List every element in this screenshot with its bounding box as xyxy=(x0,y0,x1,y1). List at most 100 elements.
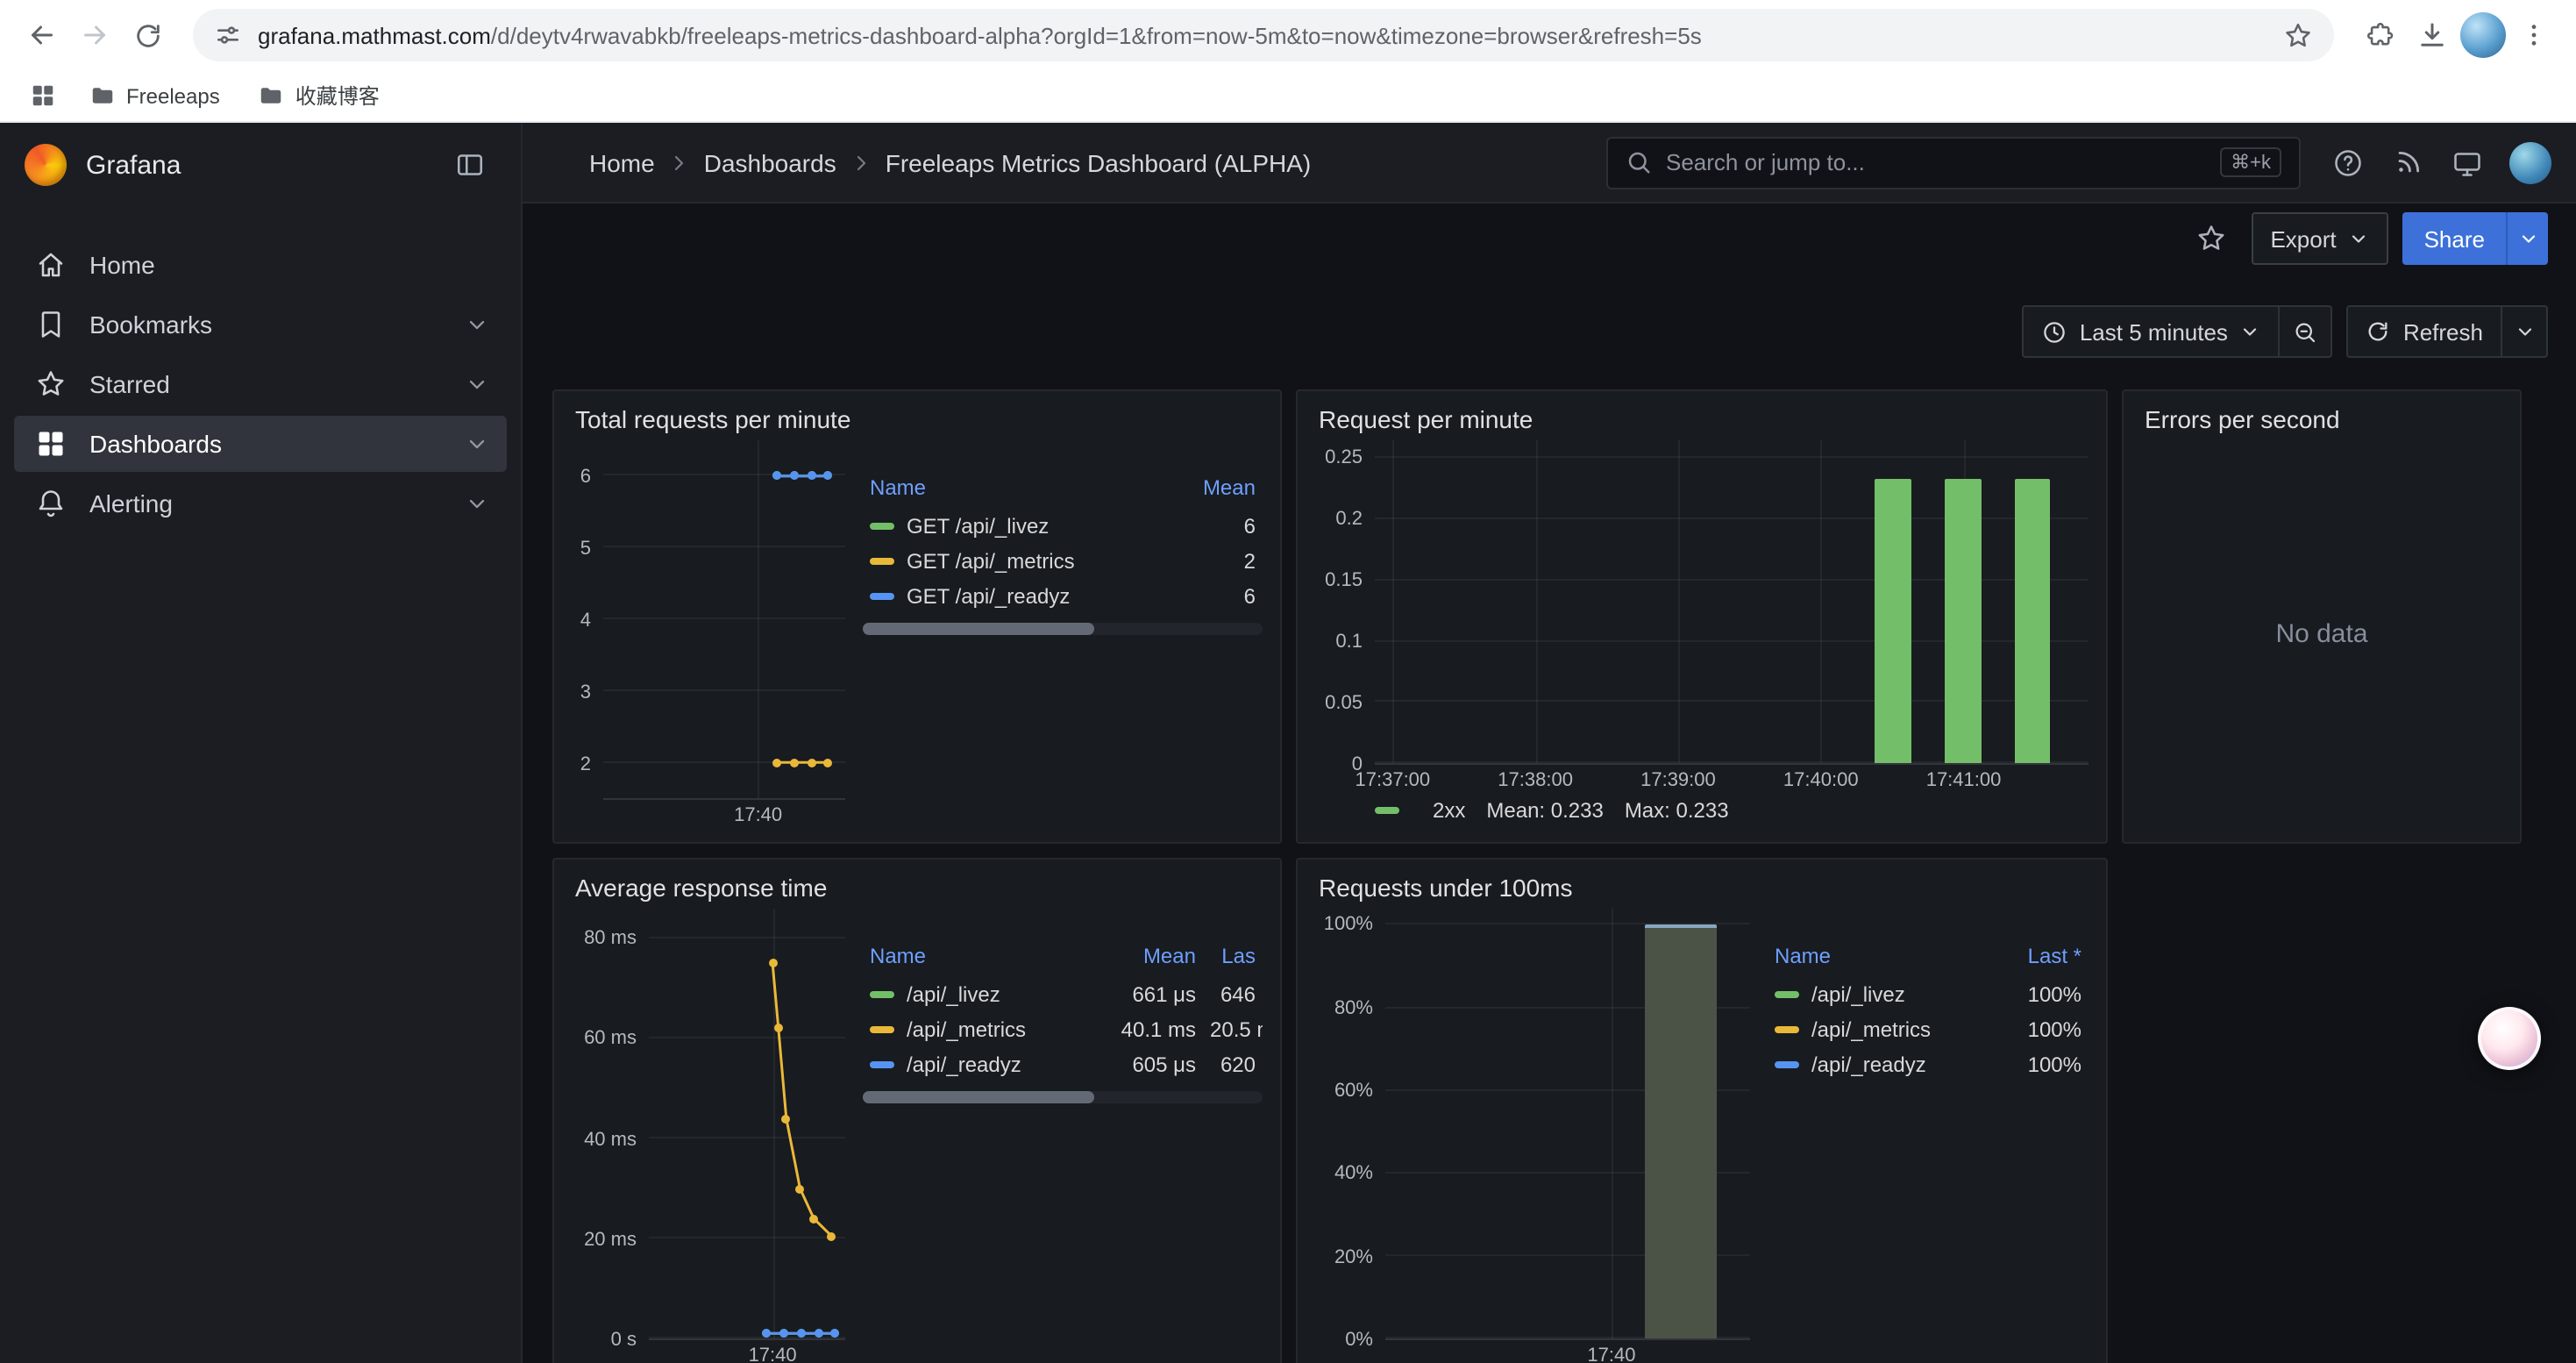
bookmark-folder-blogs[interactable]: 收藏博客 xyxy=(246,75,392,116)
x-tick-label: 17:38:00 xyxy=(1498,770,1573,791)
home-icon xyxy=(35,249,67,281)
legend-value: 6 xyxy=(1182,579,1263,614)
refresh-interval-button[interactable] xyxy=(2502,305,2548,358)
sidebar-item-alerting[interactable]: Alerting xyxy=(14,475,507,532)
y-tick-label: 60% xyxy=(1334,1081,1373,1102)
chevron-down-icon[interactable] xyxy=(465,372,489,396)
legend-scrollbar[interactable] xyxy=(863,623,1263,635)
downloads-button[interactable] xyxy=(2408,11,2457,60)
breadcrumb-home[interactable]: Home xyxy=(589,148,655,176)
favorite-dashboard-button[interactable] xyxy=(2184,212,2237,265)
export-button[interactable]: Export xyxy=(2251,212,2388,265)
legend-series-name[interactable]: /api/_readyz xyxy=(863,1047,1101,1082)
share-button[interactable]: Share xyxy=(2403,212,2506,265)
x-tick-label: 17:40 xyxy=(734,805,782,826)
legend-series-name[interactable]: 2xx xyxy=(1433,798,1465,823)
legend-column-header[interactable]: Mean xyxy=(1101,940,1203,977)
sidebar-item-dashboards[interactable]: Dashboards xyxy=(14,416,507,472)
legend-series-name[interactable]: GET /api/_metrics xyxy=(863,544,1182,579)
scrollbar-thumb[interactable] xyxy=(863,623,1094,635)
apps-grid-button[interactable] xyxy=(21,75,63,117)
bar xyxy=(1644,925,1717,1338)
news-button[interactable] xyxy=(2381,136,2434,189)
legend-scrollbar[interactable] xyxy=(863,1091,1263,1103)
browser-profile-avatar[interactable] xyxy=(2460,12,2506,58)
legend-column-header[interactable]: Mean xyxy=(1182,472,1263,509)
caret-down-icon xyxy=(2349,228,2370,249)
grid-line xyxy=(1375,457,2089,459)
grid-line xyxy=(1535,440,1537,763)
extensions-button[interactable] xyxy=(2355,11,2404,60)
keyboard-shortcut-badge: ⌘+k xyxy=(2220,147,2281,177)
back-button[interactable] xyxy=(18,11,67,60)
legend-series-name[interactable]: GET /api/_readyz xyxy=(863,579,1182,614)
y-tick-label: 5 xyxy=(580,538,591,559)
sidebar-item-home[interactable]: Home xyxy=(14,237,507,293)
legend-series-name[interactable]: GET /api/_livez xyxy=(863,509,1182,544)
timeseries-chart: 65432 17:40 xyxy=(572,440,845,828)
legend-row: /api/_livez100% xyxy=(1768,977,2089,1012)
legend-column-header[interactable]: Name xyxy=(863,940,1101,977)
panel-title[interactable]: Errors per second xyxy=(2141,402,2502,440)
assistant-avatar-button[interactable] xyxy=(2478,1007,2541,1070)
screen: grafana.mathmast.com/d/deytv4rwavabkb/fr… xyxy=(0,0,2576,1363)
x-tick-label: 17:40 xyxy=(1587,1345,1635,1363)
kiosk-mode-button[interactable] xyxy=(2441,136,2494,189)
reload-icon xyxy=(132,20,162,50)
plot-area[interactable] xyxy=(603,440,845,800)
panel-title[interactable]: Requests under 100ms xyxy=(1315,870,2089,909)
panel-title[interactable]: Total requests per minute xyxy=(572,402,1263,440)
time-range-button[interactable]: Last 5 minutes xyxy=(2022,305,2281,358)
site-settings-icon[interactable] xyxy=(214,21,242,49)
chevron-right-icon xyxy=(669,152,690,173)
dashboards-icon xyxy=(35,428,67,460)
legend-column-header[interactable]: Last * xyxy=(1997,940,2089,977)
refresh-button[interactable]: Refresh xyxy=(2347,305,2502,358)
chevron-right-icon xyxy=(850,152,872,173)
bar-chart: 0.250.20.150.10.050 17:37:0017:38:0017:3… xyxy=(1315,440,2089,793)
chevron-down-icon[interactable] xyxy=(465,312,489,337)
user-avatar[interactable] xyxy=(2509,141,2551,183)
y-tick-label: 4 xyxy=(580,610,591,631)
legend-column-header[interactable]: Name xyxy=(863,472,1182,509)
help-button[interactable] xyxy=(2322,136,2374,189)
browser-menu-button[interactable] xyxy=(2509,11,2558,60)
legend-column-header[interactable]: Las xyxy=(1203,940,1263,977)
plot-area[interactable] xyxy=(1375,440,2089,765)
scrollbar-thumb[interactable] xyxy=(863,1091,1094,1103)
x-tick-label: 17:40:00 xyxy=(1783,770,1859,791)
legend-series-name[interactable]: /api/_metrics xyxy=(863,1012,1101,1047)
x-axis: 17:40 xyxy=(1385,1340,1750,1363)
plot-area[interactable] xyxy=(649,909,845,1340)
share-menu-button[interactable] xyxy=(2506,212,2548,265)
bookmark-label: Freeleaps xyxy=(126,83,220,108)
search-input[interactable] xyxy=(1666,149,2206,175)
sidebar-item-starred[interactable]: Starred xyxy=(14,356,507,412)
legend-series-name[interactable]: /api/_livez xyxy=(1768,977,1997,1012)
sidebar-item-bookmarks[interactable]: Bookmarks xyxy=(14,296,507,353)
zoom-out-icon xyxy=(2293,318,2319,345)
legend-column-header[interactable]: Name xyxy=(1768,940,1997,977)
bookmark-star-icon[interactable] xyxy=(2283,20,2313,50)
reload-button[interactable] xyxy=(123,11,172,60)
panel-total-requests-per-minute: Total requests per minute 65432 17:40 Na… xyxy=(552,389,1282,844)
legend-series-name[interactable]: /api/_readyz xyxy=(1768,1047,1997,1082)
panel-title[interactable]: Request per minute xyxy=(1315,402,2089,440)
zoom-out-button[interactable] xyxy=(2281,305,2333,358)
collapse-sidebar-button[interactable] xyxy=(444,139,496,191)
plot-area[interactable] xyxy=(1385,909,1750,1340)
breadcrumb-dashboards[interactable]: Dashboards xyxy=(704,148,836,176)
series-color-swatch xyxy=(870,558,894,565)
panel-title[interactable]: Average response time xyxy=(572,870,1263,909)
legend-series-name[interactable]: /api/_livez xyxy=(863,977,1101,1012)
grafana-logo[interactable] xyxy=(25,144,67,186)
bookmark-folder-freeleaps[interactable]: Freeleaps xyxy=(77,77,232,114)
address-bar[interactable]: grafana.mathmast.com/d/deytv4rwavabkb/fr… xyxy=(193,9,2334,61)
bookmark-label: 收藏博客 xyxy=(295,81,380,111)
search-box[interactable]: ⌘+k xyxy=(1606,136,2301,189)
y-tick-label: 20 ms xyxy=(584,1230,637,1251)
legend-series-name[interactable]: /api/_metrics xyxy=(1768,1012,1997,1047)
chevron-down-icon[interactable] xyxy=(465,432,489,456)
chevron-down-icon[interactable] xyxy=(465,491,489,516)
forward-button[interactable] xyxy=(70,11,119,60)
